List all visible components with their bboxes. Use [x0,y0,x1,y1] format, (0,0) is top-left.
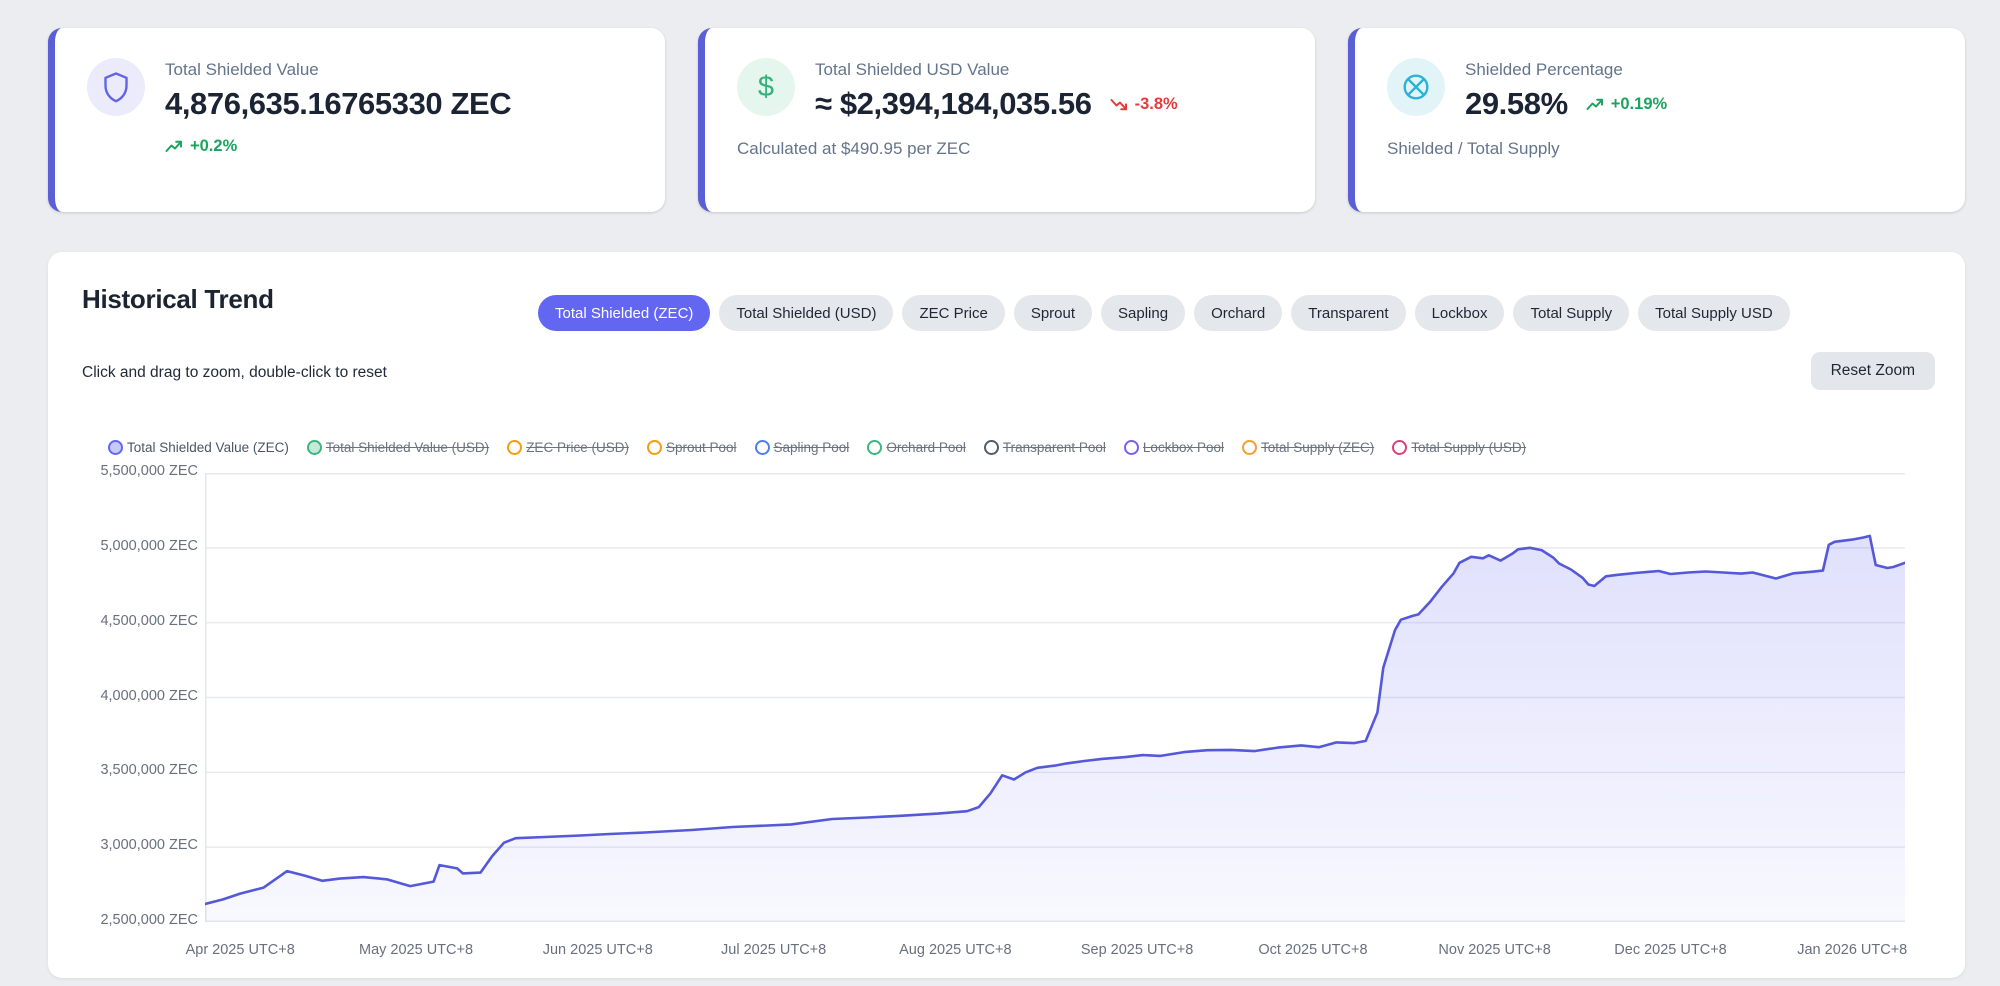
legend-item-total-supply-usd[interactable]: Total Supply (USD) [1392,440,1526,455]
legend-label: Sapling Pool [774,440,850,455]
legend-label: Total Shielded Value (USD) [326,440,489,455]
card-total-shielded-usd: $ Total Shielded USD Value ≈ $2,394,184,… [698,28,1315,212]
y-axis-tick-label: 4,000,000 ZEC [48,688,198,704]
x-axis-tick-label: Aug 2025 UTC+8 [875,942,1035,958]
historical-trend-panel: Historical Trend Total Shielded (ZEC)Tot… [48,252,1965,978]
legend-label: Total Shielded Value (ZEC) [127,440,289,455]
legend-marker-icon [307,440,322,455]
y-axis-tick-label: 4,500,000 ZEC [48,613,198,629]
legend-item-transparent-pool[interactable]: Transparent Pool [984,440,1106,455]
tab-transparent[interactable]: Transparent [1291,295,1405,331]
card-value: 29.58% [1465,86,1568,122]
card-label: Total Shielded Value [165,60,511,80]
y-axis-tick-label: 3,500,000 ZEC [48,762,198,778]
tab-total-shielded-usd[interactable]: Total Shielded (USD) [719,295,893,331]
change-badge: -3.8% [1110,95,1178,114]
tab-total-supply[interactable]: Total Supply [1513,295,1629,331]
stat-cards-row: Total Shielded Value 4,876,635.16765330 … [48,28,1965,212]
tab-zec-price[interactable]: ZEC Price [902,295,1004,331]
legend-item-total-supply-zec[interactable]: Total Supply (ZEC) [1242,440,1374,455]
card-label: Total Shielded USD Value [815,60,1178,80]
dollar-glyph: $ [758,71,774,104]
legend-item-zec-price-usd[interactable]: ZEC Price (USD) [507,440,629,455]
x-axis-tick-label: Oct 2025 UTC+8 [1233,942,1393,958]
y-axis-tick-label: 3,000,000 ZEC [48,837,198,853]
card-subtext: Calculated at $490.95 per ZEC [737,139,1285,159]
change-value: -3.8% [1135,95,1178,114]
legend-marker-icon [755,440,770,455]
change-value: +0.2% [190,137,237,156]
tab-total-shielded-zec[interactable]: Total Shielded (ZEC) [538,295,710,331]
chart-series-tabs: Total Shielded (ZEC)Total Shielded (USD)… [538,295,1790,331]
change-badge: +0.19% [1586,95,1667,114]
legend-label: Orchard Pool [886,440,966,455]
x-axis: Apr 2025 UTC+8May 2025 UTC+8Jun 2025 UTC… [205,938,1905,962]
tab-sapling[interactable]: Sapling [1101,295,1185,331]
legend-label: Transparent Pool [1003,440,1106,455]
circle-x-icon [1387,58,1445,116]
series-area [205,536,1905,922]
x-axis-tick-label: May 2025 UTC+8 [336,942,496,958]
trend-up-icon [1586,98,1604,111]
card-shielded-percentage: Shielded Percentage 29.58% +0.19% Shield… [1348,28,1965,212]
legend-label: ZEC Price (USD) [526,440,629,455]
y-axis-tick-label: 2,500,000 ZEC [48,912,198,928]
legend-marker-icon [507,440,522,455]
x-axis-tick-label: Sep 2025 UTC+8 [1057,942,1217,958]
x-axis-tick-label: Nov 2025 UTC+8 [1415,942,1575,958]
card-value: ≈ $2,394,184,035.56 [815,86,1092,122]
tab-sprout[interactable]: Sprout [1014,295,1092,331]
y-axis-tick-label: 5,000,000 ZEC [48,538,198,554]
trend-up-icon [165,140,183,153]
tab-orchard[interactable]: Orchard [1194,295,1282,331]
legend-item-lockbox-pool[interactable]: Lockbox Pool [1124,440,1224,455]
x-axis-tick-label: Jun 2025 UTC+8 [518,942,678,958]
dollar-icon: $ [737,58,795,116]
legend-marker-icon [108,440,123,455]
zoom-hint-text: Click and drag to zoom, double-click to … [82,364,387,382]
card-value: 4,876,635.16765330 ZEC [165,86,511,122]
legend-marker-icon [984,440,999,455]
tab-lockbox[interactable]: Lockbox [1415,295,1505,331]
legend-marker-icon [1124,440,1139,455]
x-axis-tick-label: Dec 2025 UTC+8 [1591,942,1751,958]
legend-marker-icon [647,440,662,455]
legend-item-orchard-pool[interactable]: Orchard Pool [867,440,966,455]
trend-down-icon [1110,98,1128,111]
change-badge: +0.2% [165,137,237,156]
chart-legend: Total Shielded Value (ZEC) Total Shielded… [108,440,1526,455]
legend-item-total-shielded-value-zec[interactable]: Total Shielded Value (ZEC) [108,440,289,455]
legend-label: Sprout Pool [666,440,737,455]
reset-zoom-button[interactable]: Reset Zoom [1811,352,1935,390]
legend-marker-icon [1392,440,1407,455]
legend-label: Lockbox Pool [1143,440,1224,455]
legend-item-total-shielded-value-usd[interactable]: Total Shielded Value (USD) [307,440,489,455]
change-value: +0.19% [1611,95,1667,114]
x-axis-tick-label: Apr 2025 UTC+8 [160,942,320,958]
x-axis-tick-label: Jan 2026 UTC+8 [1772,942,1932,958]
legend-label: Total Supply (USD) [1411,440,1526,455]
card-total-shielded-value: Total Shielded Value 4,876,635.16765330 … [48,28,665,212]
card-subtext: Shielded / Total Supply [1387,139,1935,159]
legend-label: Total Supply (ZEC) [1261,440,1374,455]
legend-marker-icon [1242,440,1257,455]
tab-total-supply-usd[interactable]: Total Supply USD [1638,295,1790,331]
shield-icon [87,58,145,116]
trend-area-chart[interactable] [205,473,1905,922]
legend-item-sprout-pool[interactable]: Sprout Pool [647,440,737,455]
card-label: Shielded Percentage [1465,60,1667,80]
y-axis-tick-label: 5,500,000 ZEC [48,463,198,479]
legend-marker-icon [867,440,882,455]
x-axis-tick-label: Jul 2025 UTC+8 [694,942,854,958]
legend-item-sapling-pool[interactable]: Sapling Pool [755,440,850,455]
page-title: Historical Trend [82,284,274,315]
